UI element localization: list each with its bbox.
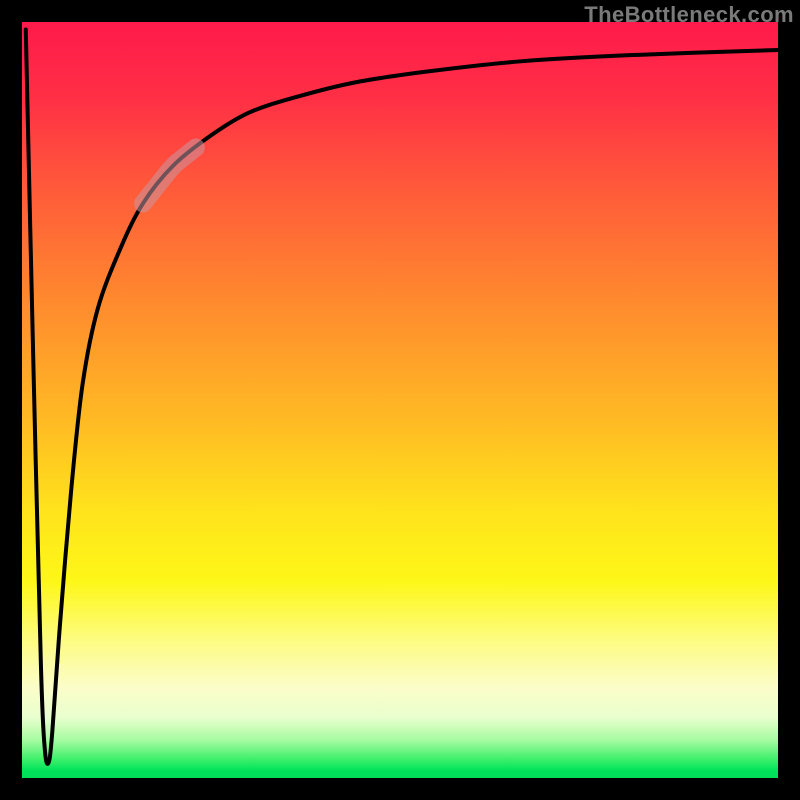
- bottleneck-curve: [22, 22, 778, 778]
- chart-plot-area: [22, 22, 778, 778]
- watermark-text: TheBottleneck.com: [584, 2, 794, 28]
- curve-highlight-segment: [143, 147, 196, 203]
- chart-frame: TheBottleneck.com: [0, 0, 800, 800]
- curve-line: [26, 30, 778, 764]
